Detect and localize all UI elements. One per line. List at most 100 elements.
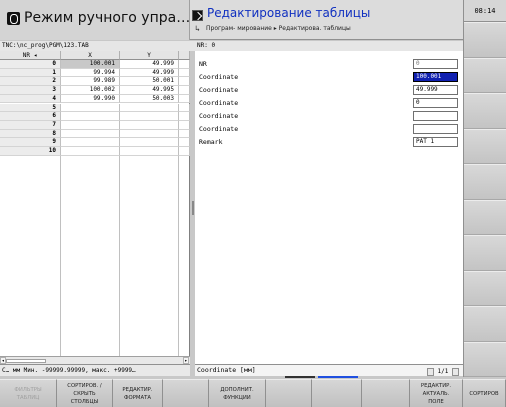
softkey-empty[interactable] <box>312 379 362 407</box>
form-row: Remark PAT 1 <box>195 137 463 149</box>
y-coordinate-field[interactable]: 49.999 <box>413 85 458 95</box>
table-row[interactable]: 3 100.002 49.995 <box>0 86 190 95</box>
cell-y[interactable] <box>120 103 179 113</box>
vertical-softkey[interactable] <box>464 199 506 235</box>
softkey-more-functions[interactable]: ДОПОЛНИТ. ФУНКЦИИ <box>209 379 266 407</box>
cell-x[interactable] <box>61 129 120 139</box>
vertical-softkey[interactable] <box>464 57 506 93</box>
vertical-softkey[interactable] <box>464 128 506 164</box>
x-coordinate-field[interactable]: 100.001 <box>413 72 458 82</box>
coordinate-field-4[interactable] <box>413 111 458 121</box>
cell-x[interactable]: 99.994 <box>61 68 120 78</box>
cell-y[interactable]: 49.995 <box>120 86 179 95</box>
softkey-table-filters[interactable]: ФИЛЬТРЫ ТАБЛИЦ <box>0 379 57 407</box>
vertical-softkey[interactable] <box>464 93 506 129</box>
cell-x[interactable] <box>61 138 120 147</box>
cell-y[interactable]: 50.001 <box>120 77 179 87</box>
horizontal-scrollbar[interactable]: ◂ ▸ <box>0 356 190 364</box>
column-header-y[interactable]: Y <box>120 51 179 60</box>
softkey-sort[interactable]: СОРТИРОВ <box>463 379 506 407</box>
breadcrumb-icon: ↳ <box>195 24 200 33</box>
z-coordinate-field[interactable]: 0 <box>413 98 458 108</box>
cell-x[interactable]: 100.001 <box>61 60 120 69</box>
scrollbar-thumb[interactable] <box>6 359 46 363</box>
cell-y[interactable] <box>120 147 179 156</box>
table-row[interactable]: 9 <box>0 138 190 147</box>
page-number: 1/1 <box>437 368 449 375</box>
form-row: Coordinate 100.001 <box>195 72 463 84</box>
cell-y[interactable]: 49.999 <box>120 68 179 78</box>
edit-mode-icon <box>192 10 203 21</box>
nr-field[interactable]: 0 <box>413 59 458 69</box>
column-header-x[interactable]: X <box>61 51 120 60</box>
vertical-softkey[interactable] <box>464 164 506 200</box>
table-row[interactable]: 2 99.989 50.001 <box>0 77 190 87</box>
cell-empty <box>179 147 190 156</box>
field-label: Remark <box>199 138 223 146</box>
vertical-softkey[interactable] <box>464 341 506 377</box>
cell-x[interactable] <box>61 120 120 130</box>
vertical-softkey[interactable] <box>464 270 506 306</box>
cell-empty <box>179 138 190 147</box>
page-up-icon[interactable] <box>426 367 434 376</box>
cell-nr: 3 <box>0 86 61 95</box>
softkey-empty[interactable] <box>362 379 410 407</box>
softkey-level-segment-active <box>318 376 358 378</box>
table-row[interactable]: 1 99.994 49.999 <box>0 68 190 78</box>
softkey-empty[interactable] <box>266 379 312 407</box>
remark-field[interactable]: PAT 1 <box>413 137 458 147</box>
field-description-text: Coordinate [мм] <box>197 366 256 374</box>
table-row[interactable]: 5 <box>0 103 190 113</box>
scroll-right-icon[interactable]: ▸ <box>183 357 189 364</box>
cell-empty <box>179 77 190 87</box>
cell-x[interactable]: 100.002 <box>61 86 120 95</box>
table-row[interactable]: 6 <box>0 112 190 121</box>
cell-x[interactable] <box>61 103 120 113</box>
table-view: NR ◂ X Y 0 100.001 49.999 1 99.994 49.99… <box>0 51 190 356</box>
cell-y[interactable] <box>120 120 179 130</box>
table-row[interactable]: 4 99.990 50.003 <box>0 94 190 104</box>
table-row[interactable]: 7 <box>0 120 190 130</box>
form-row: Coordinate 0 <box>195 98 463 110</box>
horizontal-softkey-bar: ФИЛЬТРЫ ТАБЛИЦ СОРТИРОВ. / СКРЫТЬ СТОЛБЦ… <box>0 379 506 407</box>
cell-x[interactable]: 99.989 <box>61 77 120 87</box>
cell-y[interactable] <box>120 112 179 121</box>
cell-nr: 8 <box>0 129 61 139</box>
cell-empty <box>179 60 190 69</box>
cell-x[interactable]: 99.990 <box>61 94 120 104</box>
vertical-softkey[interactable] <box>464 22 506 58</box>
clock: 08:14 <box>463 0 506 22</box>
vertical-softkey[interactable] <box>464 235 506 271</box>
field-description: Coordinate [мм] 1/1 <box>195 364 463 376</box>
page-down-icon[interactable] <box>452 367 459 376</box>
softkey-sort-hide-columns[interactable]: СОРТИРОВ. / СКРЫТЬ СТОЛБЦЫ <box>57 379 113 407</box>
table-row[interactable]: 0 100.001 49.999 <box>0 60 190 69</box>
manual-mode-icon <box>7 12 20 25</box>
cell-nr: 4 <box>0 94 61 104</box>
cell-y[interactable]: 50.003 <box>120 94 179 104</box>
softkey-empty[interactable] <box>163 379 209 407</box>
cell-empty <box>179 120 190 130</box>
breadcrumb: Програм- мирование ▸ Редактирова. таблиц… <box>206 25 351 32</box>
cell-x[interactable] <box>61 147 120 156</box>
table-row[interactable]: 8 <box>0 129 190 139</box>
cell-nr: 6 <box>0 112 61 121</box>
field-label: Coordinate <box>199 99 239 107</box>
softkey-edit-current-field[interactable]: РЕДАКТИР. АКТУАЛЬ. ПОЛЕ <box>410 379 463 407</box>
vertical-softkey-bar <box>463 22 506 377</box>
current-record: NR: 0 <box>197 42 216 49</box>
coordinate-field-5[interactable] <box>413 124 458 134</box>
column-header-nr[interactable]: NR ◂ <box>0 51 61 60</box>
softkey-edit-format[interactable]: РЕДАКТИР. ФОРМАТА <box>113 379 163 407</box>
cell-nr: 1 <box>0 68 61 78</box>
programming-mode-area: Редактирование таблицы ↳ Програм- мирова… <box>191 0 463 40</box>
table-row[interactable]: 10 <box>0 147 190 156</box>
cell-y[interactable]: 49.999 <box>120 60 179 69</box>
cell-y[interactable] <box>120 138 179 147</box>
cell-x[interactable] <box>61 112 120 121</box>
page-indicator: 1/1 <box>426 366 459 377</box>
cell-y[interactable] <box>120 129 179 139</box>
vertical-softkey[interactable] <box>464 306 506 342</box>
column-divider <box>178 155 179 356</box>
cell-empty <box>179 86 190 95</box>
